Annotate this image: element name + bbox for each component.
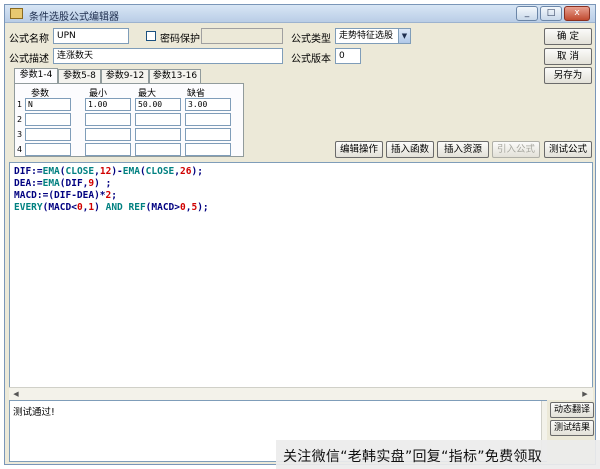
app-icon	[10, 8, 23, 19]
password-input[interactable]	[201, 28, 283, 44]
code-content[interactable]: DIF:=EMA(CLOSE,12)-EMA(CLOSE,26); DEA:=EM…	[14, 166, 209, 214]
param-max-cell[interactable]: 50.00	[135, 98, 181, 111]
code-editor[interactable]: DIF:=EMA(CLOSE,12)-EMA(CLOSE,26); DEA:=EM…	[9, 162, 593, 400]
formula-desc-label: 公式描述	[9, 54, 49, 65]
formula-name-input[interactable]: UPN	[53, 28, 129, 44]
scroll-right-icon[interactable]: ▶	[579, 389, 591, 400]
code-line[interactable]: EVERY(MACD<0,1) AND REF(MACD>0,5);	[14, 202, 209, 214]
param-table: 参数 最小 最大 缺省 1 N 1.00 50.00 3.00 2 3 4	[14, 83, 244, 157]
watermark: 关注微信“老韩实盘”回复“指标”免费领取	[0, 440, 600, 469]
window-title: 条件选股公式编辑器	[29, 12, 119, 23]
code-token: 12	[99, 166, 112, 177]
chevron-down-icon[interactable]: ▼	[398, 29, 410, 43]
test-formula-button[interactable]: 测试公式	[544, 141, 592, 158]
cancel-button[interactable]: 取 消	[544, 48, 592, 65]
param-min-cell[interactable]: 1.00	[85, 98, 131, 111]
formula-name-label: 公式名称	[9, 34, 49, 45]
row-number: 2	[17, 115, 23, 124]
code-token: REF	[128, 202, 146, 213]
param-default-cell[interactable]: 3.00	[185, 98, 231, 111]
maximize-button[interactable]: □	[540, 6, 562, 21]
watermark-text: 关注微信“老韩实盘”回复“指标”免费领取	[283, 449, 543, 465]
code-line[interactable]: DIF:=EMA(CLOSE,12)-EMA(CLOSE,26);	[14, 166, 209, 178]
row-number: 3	[17, 130, 23, 139]
formula-type-label: 公式类型	[291, 34, 331, 45]
tab-params-1-4[interactable]: 参数1-4	[14, 68, 58, 83]
row-number: 4	[17, 145, 23, 154]
formula-desc-input[interactable]: 连涨数天	[53, 48, 283, 64]
code-token: ;	[111, 190, 117, 201]
code-token: )-	[111, 166, 123, 177]
code-token: CLOSE	[145, 166, 175, 177]
tab-params-9-12[interactable]: 参数9-12	[101, 69, 149, 83]
code-token: (DIF,	[59, 178, 89, 189]
code-token: CLOSE	[65, 166, 95, 177]
code-token: DIF:=	[14, 166, 43, 177]
edit-operations-button[interactable]: 编辑操作	[335, 141, 383, 158]
close-button[interactable]: x	[564, 6, 590, 21]
password-checkbox[interactable]	[146, 31, 156, 41]
minimize-button[interactable]: _	[516, 6, 538, 21]
code-token: (MACD>	[145, 202, 180, 213]
test-result-button[interactable]: 测试结果	[550, 420, 594, 436]
formula-version-input[interactable]: 0	[335, 48, 361, 64]
formula-type-value: 走势特征选股	[339, 31, 394, 41]
param-name-cell[interactable]: N	[25, 98, 71, 111]
save-as-button[interactable]: 另存为	[544, 67, 592, 84]
param-default-cell[interactable]	[185, 143, 231, 156]
param-max-cell[interactable]	[135, 128, 181, 141]
import-formula-button[interactable]: 引入公式	[492, 141, 540, 158]
code-token: EMA	[42, 178, 60, 189]
param-max-cell[interactable]	[135, 113, 181, 126]
param-name-cell[interactable]	[25, 143, 71, 156]
tab-params-5-8[interactable]: 参数5-8	[58, 69, 101, 83]
code-token: );	[191, 166, 203, 177]
row-number: 1	[17, 100, 23, 109]
code-token: )	[94, 202, 106, 213]
code-line[interactable]: DEA:=EMA(DIF,9) ;	[14, 178, 209, 190]
code-token: ) ;	[94, 178, 112, 189]
param-name-cell[interactable]	[25, 128, 71, 141]
code-token: EVERY	[14, 202, 43, 213]
ok-button[interactable]: 确 定	[544, 28, 592, 45]
code-token: 26	[180, 166, 192, 177]
code-token: (MACD<	[42, 202, 77, 213]
insert-resource-button[interactable]: 插入资源	[437, 141, 489, 158]
code-token: );	[197, 202, 209, 213]
tab-params-13-16[interactable]: 参数13-16	[149, 69, 201, 83]
code-line[interactable]: MACD:=(DIF-DEA)*2;	[14, 190, 209, 202]
formula-type-select[interactable]: 走势特征选股 ▼	[335, 28, 411, 44]
password-label: 密码保护	[160, 34, 200, 45]
insert-function-button[interactable]: 插入函数	[386, 141, 434, 158]
param-default-cell[interactable]	[185, 113, 231, 126]
code-token: EMA	[42, 166, 60, 177]
param-min-cell[interactable]	[85, 143, 131, 156]
horizontal-scrollbar[interactable]: ◀ ▶	[9, 387, 593, 400]
dynamic-translate-button[interactable]: 动态翻译	[550, 402, 594, 418]
code-token: EMA	[122, 166, 140, 177]
param-name-cell[interactable]	[25, 113, 71, 126]
test-status-text: 测试通过!	[13, 407, 55, 418]
code-token: (DIF-DEA)*	[48, 190, 106, 201]
code-token: DEA:=	[14, 178, 43, 189]
formula-version-label: 公式版本	[291, 54, 331, 65]
param-min-cell[interactable]	[85, 113, 131, 126]
code-token: AND	[105, 202, 123, 213]
formula-editor-window: 条件选股公式编辑器 _ □ x 公式名称 UPN 密码保护 公式类型 走势特征选…	[4, 4, 596, 465]
param-default-cell[interactable]	[185, 128, 231, 141]
scroll-left-icon[interactable]: ◀	[10, 389, 22, 400]
title-bar[interactable]: 条件选股公式编辑器 _ □ x	[5, 5, 595, 23]
code-token: MACD:=	[14, 190, 49, 201]
param-max-cell[interactable]	[135, 143, 181, 156]
param-min-cell[interactable]	[85, 128, 131, 141]
